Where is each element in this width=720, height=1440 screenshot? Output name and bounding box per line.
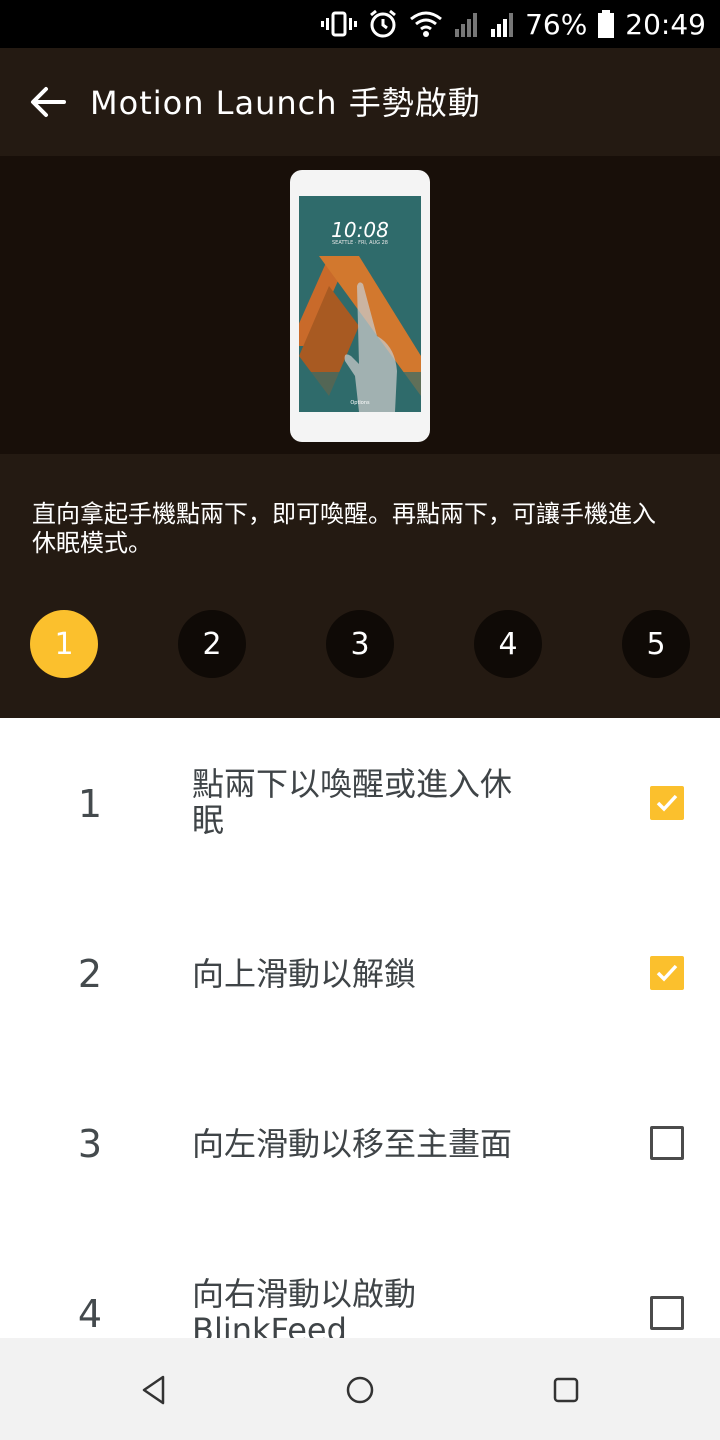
checkbox[interactable]: [650, 1126, 684, 1160]
recents-square-icon: [553, 1377, 579, 1403]
nav-recents-button[interactable]: [544, 1368, 588, 1412]
system-nav-bar: [0, 1338, 720, 1440]
battery-percent: 76%: [525, 7, 588, 41]
gesture-illustration: 10:08 SEATTLE · FRI, AUG 28 Options: [0, 156, 720, 454]
description-area: 直向拿起手機點兩下，即可喚醒。再點兩下，可讓手機進入休眠模式。 1 2 3 4 …: [0, 454, 720, 718]
clock-time: 20:49: [625, 7, 706, 41]
step-2-button[interactable]: 2: [178, 610, 246, 678]
list-item[interactable]: 4 向右滑動以啟動 BlinkFeed: [0, 1228, 720, 1338]
wifi-icon: [409, 9, 443, 39]
step-5-button[interactable]: 5: [622, 610, 690, 678]
option-number: 2: [77, 952, 103, 996]
list-item[interactable]: 2 向上滑動以解鎖: [0, 888, 720, 1058]
arrow-back-icon: [31, 87, 66, 117]
option-number: 4: [77, 1292, 103, 1336]
lockscreen-date: SEATTLE · FRI, AUG 28: [331, 240, 388, 246]
check-icon: [656, 794, 678, 812]
lockscreen-options-label: Options: [350, 400, 370, 406]
description-text: 直向拿起手機點兩下，即可喚醒。再點兩下，可讓手機進入休眠模式。: [32, 500, 656, 557]
nav-back-button[interactable]: [132, 1368, 176, 1412]
home-circle-icon: [346, 1376, 374, 1404]
option-label: 向上滑動以解鎖: [192, 955, 417, 993]
status-icons: 76% 20:49: [321, 0, 706, 48]
battery-icon: [597, 9, 615, 39]
check-icon: [656, 964, 678, 982]
back-button[interactable]: [18, 72, 78, 132]
vibrate-icon: [321, 9, 358, 39]
signal-icon: [453, 9, 479, 39]
page-title: Motion Launch 手勢啟動: [90, 84, 481, 122]
checkbox[interactable]: [650, 786, 684, 820]
app-bar: Motion Launch 手勢啟動: [0, 48, 720, 156]
checkbox[interactable]: [650, 956, 684, 990]
checkbox[interactable]: [650, 1296, 684, 1330]
step-indicator: 1 2 3 4 5: [0, 608, 720, 678]
list-item[interactable]: 1 點兩下以喚醒或進入休眠: [0, 718, 720, 888]
status-bar: 76% 20:49: [0, 0, 720, 48]
phone-screen: 10:08 SEATTLE · FRI, AUG 28 Options: [299, 196, 421, 412]
option-label: 點兩下以喚醒或進入休眠: [192, 765, 513, 839]
back-triangle-icon: [142, 1375, 165, 1405]
phone-illustration: 10:08 SEATTLE · FRI, AUG 28 Options: [290, 170, 430, 442]
gesture-options-list: 1 點兩下以喚醒或進入休眠 2 向上滑動以解鎖 3 向左滑動以移至主畫面 4 向…: [0, 718, 720, 1338]
option-label: 向右滑動以啟動 BlinkFeed: [192, 1275, 417, 1338]
alarm-icon: [367, 8, 399, 40]
option-number: 3: [77, 1122, 103, 1166]
step-3-button[interactable]: 3: [326, 610, 394, 678]
nav-home-button[interactable]: [338, 1368, 382, 1412]
option-number: 1: [77, 782, 103, 826]
step-4-button[interactable]: 4: [474, 610, 542, 678]
option-label: 向左滑動以移至主畫面: [192, 1125, 513, 1163]
signal-icon: [489, 9, 515, 39]
step-1-button[interactable]: 1: [30, 610, 98, 678]
list-item[interactable]: 3 向左滑動以移至主畫面: [0, 1058, 720, 1228]
lockscreen-clock: 10:08: [331, 218, 389, 242]
